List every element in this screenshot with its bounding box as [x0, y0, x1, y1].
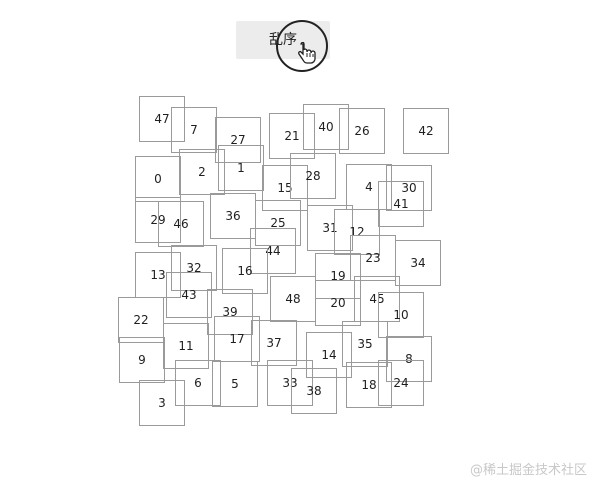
tile[interactable]: 41 — [378, 181, 424, 227]
tile[interactable]: 0 — [135, 156, 181, 202]
tile[interactable]: 3 — [139, 380, 185, 426]
tile[interactable]: 26 — [339, 108, 385, 154]
tile[interactable]: 43 — [166, 272, 212, 318]
tile[interactable]: 16 — [222, 248, 268, 294]
tile[interactable]: 42 — [403, 108, 449, 154]
tile[interactable]: 46 — [158, 201, 204, 247]
tile[interactable]: 48 — [270, 276, 316, 322]
tile[interactable]: 7 — [171, 107, 217, 153]
tile[interactable]: 34 — [395, 240, 441, 286]
tile[interactable]: 9 — [119, 337, 165, 383]
watermark: @稀土掘金技术社区 — [469, 463, 587, 478]
hand-pointer-icon — [298, 42, 316, 64]
tile[interactable]: 38 — [291, 368, 337, 414]
tile[interactable]: 5 — [212, 361, 258, 407]
tile[interactable]: 28 — [290, 153, 336, 199]
tile[interactable]: 1 — [218, 145, 264, 191]
tile[interactable]: 24 — [378, 360, 424, 406]
